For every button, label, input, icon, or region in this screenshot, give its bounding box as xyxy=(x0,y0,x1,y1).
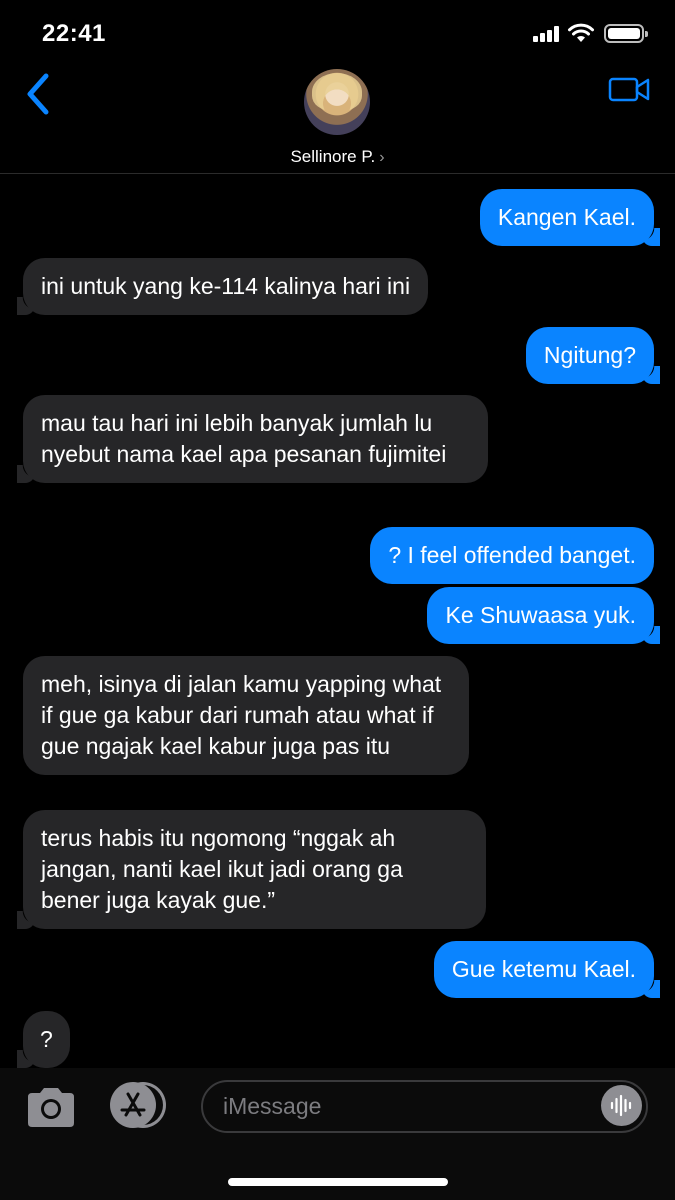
app-store-button[interactable] xyxy=(110,1082,168,1128)
message-bubble-outgoing[interactable]: Ke Shuwaasa yuk. xyxy=(427,587,660,644)
wifi-icon xyxy=(568,23,594,42)
message-bubble-incoming[interactable]: terus habis itu ngomong “nggak ah jangan… xyxy=(17,810,486,929)
message-bubble-incoming[interactable]: ini untuk yang ke-114 kalinya hari ini xyxy=(16,258,429,315)
app-store-icon xyxy=(120,1092,146,1117)
message-bubble-incoming[interactable]: meh, isinya di jalan kamu yapping what i… xyxy=(23,656,469,775)
audio-waveform-icon xyxy=(610,1094,632,1117)
status-bar: 22:41 xyxy=(0,0,675,62)
chevron-right-icon: › xyxy=(379,149,385,166)
message-bubble-incoming[interactable]: mau tau hari ini lebih banyak jumlah lu … xyxy=(17,395,488,483)
imessage-input[interactable] xyxy=(223,1082,593,1131)
message-bubble-outgoing[interactable]: Gue ketemu Kael. xyxy=(433,941,661,998)
video-call-button[interactable] xyxy=(608,74,650,104)
contact-name-button[interactable]: Sellinore P. › xyxy=(0,147,675,167)
cellular-signal-icon xyxy=(533,26,561,42)
contact-name: Sellinore P. xyxy=(290,147,376,166)
audio-message-button[interactable] xyxy=(601,1085,642,1126)
message-bubble-outgoing[interactable]: Ngitung? xyxy=(525,327,661,384)
home-indicator[interactable] xyxy=(228,1178,448,1186)
conversation-header: Sellinore P. › xyxy=(0,62,675,174)
status-time: 22:41 xyxy=(42,20,106,47)
camera-button[interactable] xyxy=(24,1085,78,1129)
message-bubble-outgoing[interactable]: ? I feel offended banget. xyxy=(370,527,654,584)
message-bubble-outgoing[interactable]: Kangen Kael. xyxy=(479,189,661,246)
imessage-field[interactable] xyxy=(201,1080,648,1133)
back-button[interactable] xyxy=(22,72,58,116)
message-bubble-incoming[interactable]: ? xyxy=(17,1011,70,1068)
battery-icon xyxy=(604,24,648,43)
contact-avatar[interactable] xyxy=(304,69,370,135)
